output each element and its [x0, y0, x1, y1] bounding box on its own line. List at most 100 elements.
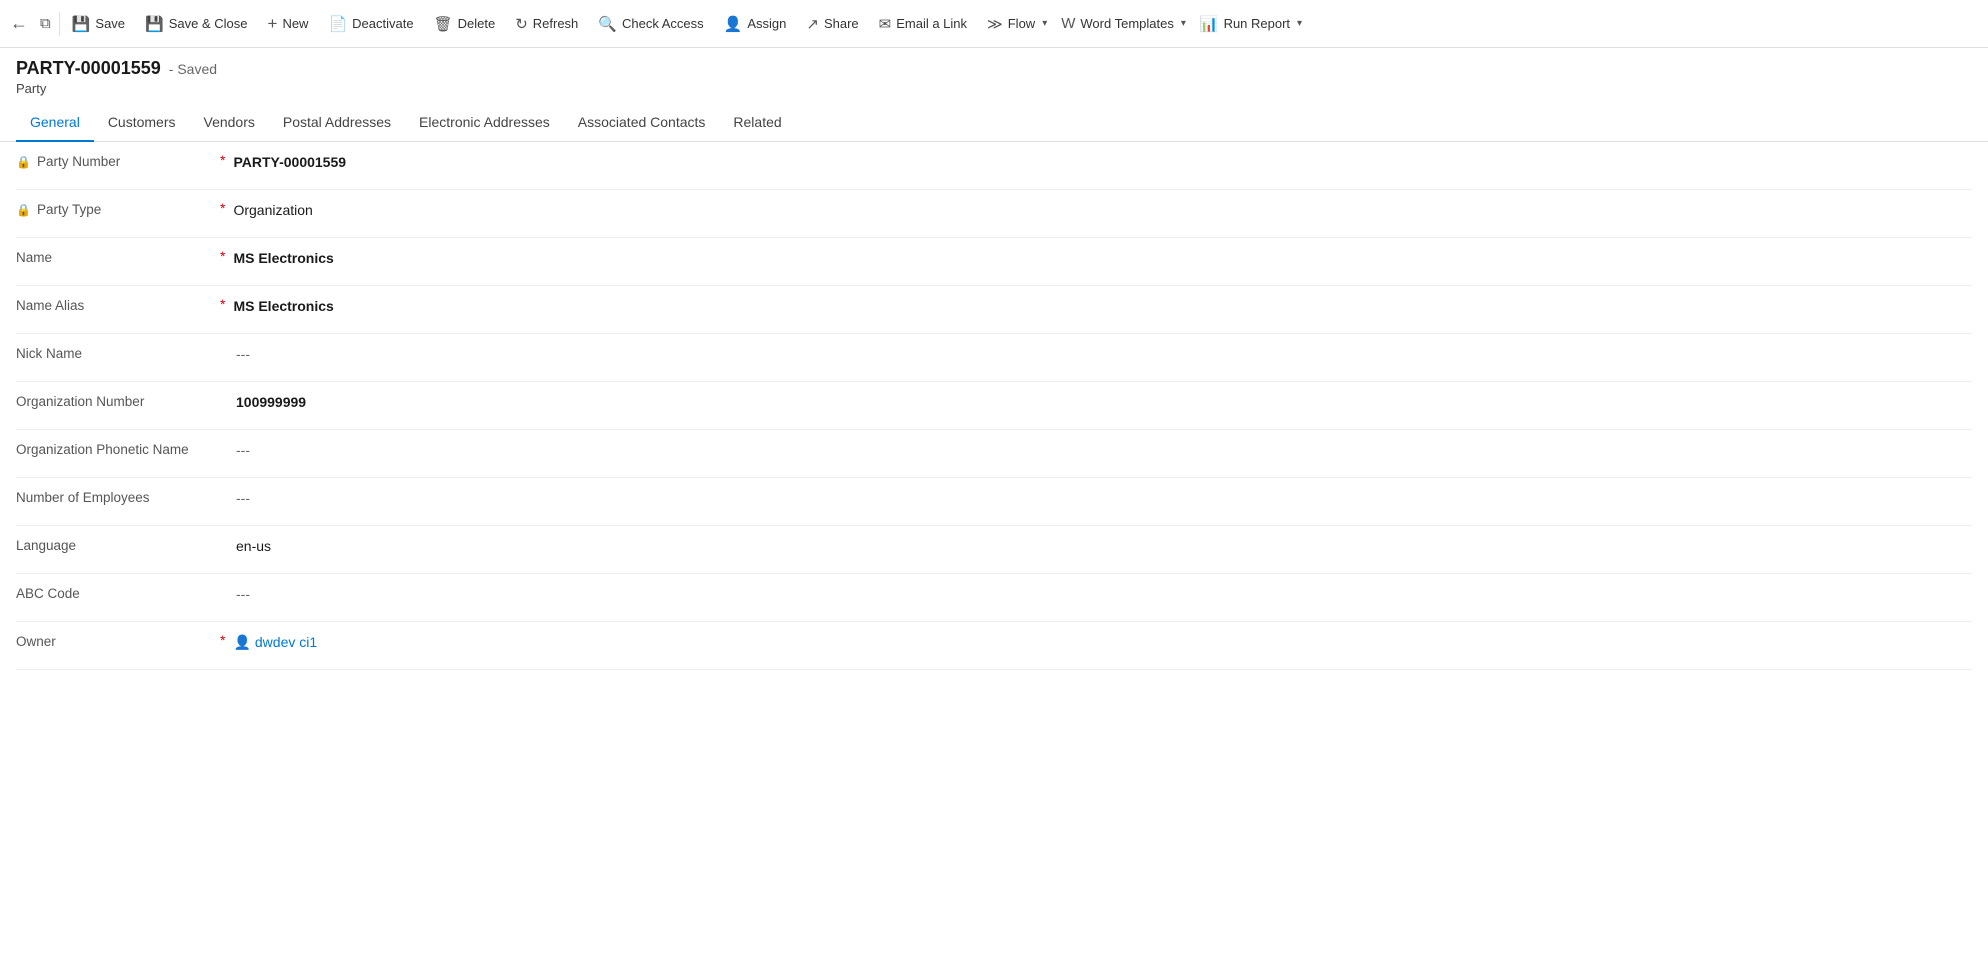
- record-status: - Saved: [169, 61, 217, 77]
- field-label-nick-name: Nick Name: [16, 344, 216, 361]
- required-indicator: *: [220, 296, 225, 312]
- refresh-label: Refresh: [533, 16, 579, 31]
- toolbar-divider-1: [59, 12, 60, 36]
- form-row-owner: Owner* 👤dwdev ci1: [16, 622, 1972, 670]
- tab-associated-contacts[interactable]: Associated Contacts: [564, 104, 720, 142]
- field-value-organization-phonetic-name: ---: [236, 440, 1972, 458]
- share-label: Share: [824, 16, 859, 31]
- email-link-icon: ✉: [879, 15, 892, 33]
- required-indicator: *: [220, 632, 225, 648]
- word-templates-button[interactable]: W Word Templates ▾: [1051, 9, 1190, 38]
- deactivate-button[interactable]: 📄 Deactivate: [318, 9, 423, 39]
- form-content: 🔒Party Number*PARTY-00001559🔒Party Type*…: [0, 142, 1988, 670]
- run-report-label: Run Report: [1224, 16, 1290, 31]
- deactivate-icon: 📄: [328, 15, 347, 33]
- delete-button[interactable]: 🗑 Delete: [424, 9, 506, 39]
- run-report-button[interactable]: 📊 Run Report ▾: [1190, 9, 1306, 39]
- word-templates-dropdown-arrow: ▾: [1181, 18, 1186, 29]
- email-link-label: Email a Link: [896, 16, 967, 31]
- new-label: New: [282, 16, 308, 31]
- share-button[interactable]: ↗ Share: [796, 9, 868, 39]
- refresh-button[interactable]: ↻ Refresh: [505, 9, 588, 39]
- refresh-icon: ↻: [515, 15, 528, 33]
- new-icon: +: [268, 14, 278, 34]
- field-value-party-type: Organization: [233, 200, 1972, 218]
- lock-icon: 🔒: [16, 203, 31, 217]
- delete-label: Delete: [458, 16, 496, 31]
- field-label-name-alias: Name Alias: [16, 296, 216, 313]
- word-templates-label: Word Templates: [1080, 16, 1173, 31]
- field-label-organization-phonetic-name: Organization Phonetic Name: [16, 440, 216, 457]
- field-label-language: Language: [16, 536, 216, 553]
- field-label-organization-number: Organization Number: [16, 392, 216, 409]
- required-indicator: *: [220, 152, 225, 168]
- delete-icon: 🗑: [434, 15, 453, 33]
- tab-postal-addresses[interactable]: Postal Addresses: [269, 104, 405, 142]
- flow-label: Flow: [1008, 16, 1035, 31]
- toolbar: ← ⧉ 💾 Save 💾 Save & Close + New 📄 Deacti…: [0, 0, 1988, 48]
- flow-icon: ≫: [987, 15, 1003, 33]
- form-row-abc-code: ABC Code ---: [16, 574, 1972, 622]
- popup-icon: ⧉: [40, 15, 51, 32]
- save-label: Save: [95, 16, 125, 31]
- flow-dropdown-arrow: ▾: [1042, 18, 1047, 29]
- form-row-organization-number: Organization Number 100999999: [16, 382, 1972, 430]
- tab-electronic-addresses[interactable]: Electronic Addresses: [405, 104, 564, 142]
- save-close-button[interactable]: 💾 Save & Close: [135, 9, 257, 39]
- assign-button[interactable]: 👤 Assign: [714, 9, 797, 39]
- share-icon: ↗: [806, 15, 819, 33]
- form-row-party-type: 🔒Party Type* Organization: [16, 190, 1972, 238]
- tab-vendors[interactable]: Vendors: [190, 104, 269, 142]
- check-access-label: Check Access: [622, 16, 704, 31]
- form-row-nick-name: Nick Name ---: [16, 334, 1972, 382]
- record-type: Party: [16, 81, 1972, 96]
- user-icon: 👤: [233, 634, 250, 650]
- new-button[interactable]: + New: [258, 8, 319, 40]
- field-value-number-of-employees: ---: [236, 488, 1972, 506]
- field-value-language: en-us: [236, 536, 1972, 554]
- form-row-language: Language en-us: [16, 526, 1972, 574]
- field-value-owner[interactable]: 👤dwdev ci1: [233, 632, 1972, 651]
- assign-icon: 👤: [724, 15, 743, 33]
- word-templates-icon: W: [1061, 15, 1075, 32]
- field-value-abc-code: ---: [236, 584, 1972, 602]
- field-value-party-number: PARTY-00001559: [233, 152, 1972, 170]
- field-label-party-number: 🔒Party Number: [16, 152, 216, 169]
- save-close-icon: 💾: [145, 15, 164, 33]
- form-row-organization-phonetic-name: Organization Phonetic Name ---: [16, 430, 1972, 478]
- field-value-name: MS Electronics: [233, 248, 1972, 266]
- tab-related[interactable]: Related: [719, 104, 795, 142]
- form-row-party-number: 🔒Party Number* PARTY-00001559: [16, 142, 1972, 190]
- record-header: PARTY-00001559 - Saved Party: [0, 48, 1988, 100]
- run-report-icon: 📊: [1200, 15, 1219, 33]
- deactivate-label: Deactivate: [352, 16, 413, 31]
- flow-button[interactable]: ≫ Flow ▾: [977, 9, 1051, 39]
- field-label-party-type: 🔒Party Type: [16, 200, 216, 217]
- back-button[interactable]: ←: [4, 7, 34, 40]
- save-close-label: Save & Close: [169, 16, 248, 31]
- field-value-organization-number: 100999999: [236, 392, 1972, 410]
- field-label-number-of-employees: Number of Employees: [16, 488, 216, 505]
- save-button[interactable]: 💾 Save: [62, 9, 135, 39]
- check-access-icon: 🔍: [598, 15, 617, 33]
- field-label-owner: Owner: [16, 632, 216, 649]
- field-label-name: Name: [16, 248, 216, 265]
- record-id: PARTY-00001559: [16, 58, 161, 79]
- form-row-number-of-employees: Number of Employees ---: [16, 478, 1972, 526]
- tab-customers[interactable]: Customers: [94, 104, 190, 142]
- lock-icon: 🔒: [16, 155, 31, 169]
- form-row-name-alias: Name Alias*MS Electronics: [16, 286, 1972, 334]
- run-report-dropdown-arrow: ▾: [1297, 18, 1302, 29]
- tab-general[interactable]: General: [16, 104, 94, 142]
- form-row-name: Name* MS Electronics: [16, 238, 1972, 286]
- tabs-bar: GeneralCustomersVendorsPostal AddressesE…: [0, 104, 1988, 142]
- required-indicator: *: [220, 248, 225, 264]
- required-indicator: *: [220, 200, 225, 216]
- save-icon: 💾: [72, 15, 91, 33]
- check-access-button[interactable]: 🔍 Check Access: [588, 9, 713, 39]
- email-link-button[interactable]: ✉ Email a Link: [869, 9, 977, 39]
- assign-label: Assign: [747, 16, 786, 31]
- field-label-abc-code: ABC Code: [16, 584, 216, 601]
- field-value-nick-name: ---: [236, 344, 1972, 362]
- popup-button[interactable]: ⧉: [34, 9, 57, 38]
